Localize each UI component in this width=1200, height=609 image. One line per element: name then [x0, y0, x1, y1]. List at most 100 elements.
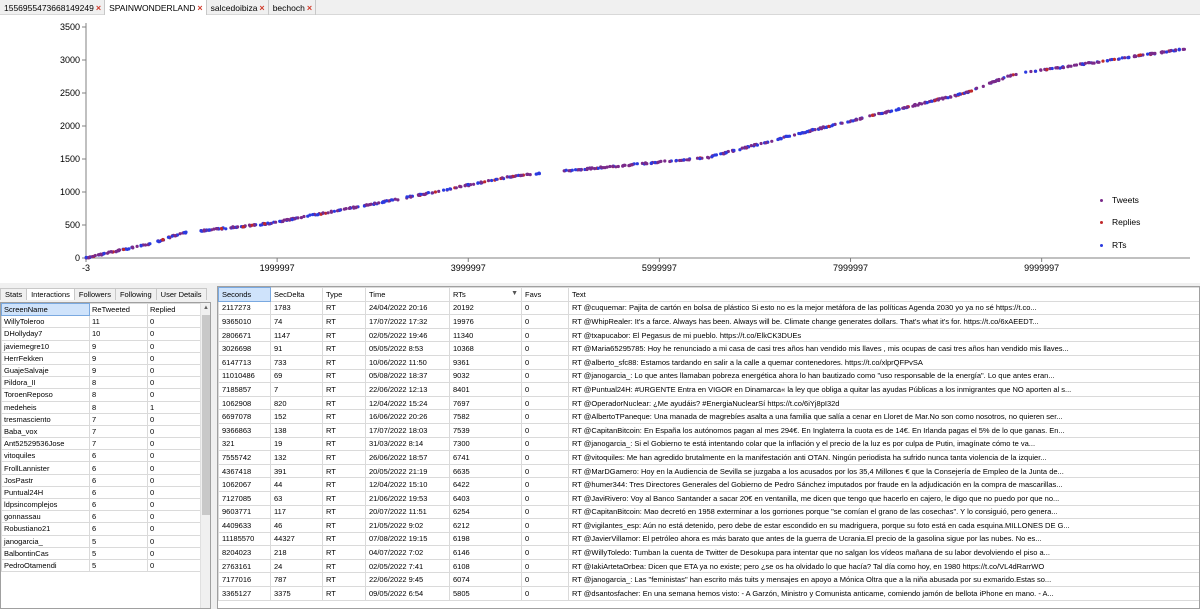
rts-cell[interactable]: 6074 [449, 572, 522, 588]
favs-cell[interactable]: 0 [521, 409, 569, 424]
text-cell[interactable]: RT @vitoquiles: Me han agredido brutalme… [568, 450, 1199, 465]
table-row[interactable]: tresmasciento 7 0 [1, 412, 201, 426]
table-row[interactable]: 3365127 3375 RT 09/05/2022 6:54 5805 0 RT @dsa… [218, 586, 1199, 601]
favs-cell[interactable]: 0 [521, 477, 569, 492]
retweeted-cell[interactable]: 8 [89, 388, 148, 402]
text-cell[interactable]: RT @JaviRivero: Voy al Banco Santander a… [568, 490, 1199, 506]
seconds-cell[interactable]: 7555742 [218, 450, 271, 465]
type-cell[interactable]: RT [322, 558, 366, 574]
rts-cell[interactable]: 6108 [449, 558, 522, 574]
tab-followers[interactable]: Followers [73, 288, 116, 300]
replied-cell[interactable]: 0 [147, 388, 201, 402]
type-cell[interactable]: RT [322, 586, 366, 601]
retweeted-cell[interactable]: 8 [89, 400, 148, 414]
retweeted-cell[interactable]: 10 [89, 327, 148, 341]
seconds-cell[interactable]: 7177016 [218, 572, 271, 588]
secdelta-cell[interactable]: 138 [270, 422, 323, 438]
seconds-cell[interactable]: 11185570 [218, 531, 271, 547]
retweeted-cell[interactable]: 5 [89, 534, 148, 548]
secdelta-cell[interactable]: 733 [270, 354, 323, 370]
text-cell[interactable]: RT @Maria65295785: Hoy he renunciado a m… [568, 341, 1199, 356]
replied-cell[interactable]: 0 [147, 510, 201, 524]
time-cell[interactable]: 05/05/2022 8:53 [365, 341, 450, 356]
type-cell[interactable]: RT [322, 382, 366, 397]
time-cell[interactable]: 05/08/2022 18:37 [365, 368, 450, 384]
close-icon[interactable]: × [307, 3, 312, 13]
favs-cell[interactable]: 0 [521, 572, 569, 588]
favs-cell[interactable]: 0 [521, 490, 569, 506]
seconds-cell[interactable]: 9366863 [218, 422, 271, 438]
screenname-cell[interactable]: medeheis [1, 400, 90, 414]
column-header-rts[interactable]: RTs ▼ [449, 287, 522, 302]
rts-cell[interactable]: 5805 [449, 586, 522, 601]
text-cell[interactable]: RT @CapitanBitcoin: Mao decretó en 1958 … [568, 504, 1199, 520]
replied-cell[interactable]: 0 [147, 351, 201, 365]
table-row[interactable]: Pildora_II 8 0 [1, 376, 201, 390]
table-row[interactable]: Ant52529536Jose 7 0 [1, 437, 201, 451]
replied-cell[interactable]: 0 [147, 497, 201, 512]
retweeted-cell[interactable]: 9 [89, 339, 148, 353]
time-cell[interactable]: 31/03/2022 8:14 [365, 436, 450, 452]
replied-cell[interactable]: 0 [147, 412, 201, 426]
secdelta-cell[interactable]: 218 [270, 545, 323, 560]
table-row[interactable]: 6147713 733 RT 10/06/2022 11:50 9361 0 RT @alb… [218, 354, 1199, 370]
seconds-cell[interactable]: 6147713 [218, 354, 271, 370]
table-row[interactable]: WillyToleroo 11 0 [1, 315, 201, 329]
rts-cell[interactable]: 7300 [449, 436, 522, 452]
close-icon[interactable]: × [259, 3, 264, 13]
retweeted-cell[interactable]: 6 [89, 461, 148, 475]
rts-cell[interactable]: 6146 [449, 545, 522, 560]
table-row[interactable]: JosPastr 6 0 [1, 473, 201, 487]
screenname-cell[interactable]: JosPastr [1, 473, 90, 487]
text-cell[interactable]: RT @WillyToledo: Tumban la cuenta de Twi… [568, 545, 1199, 560]
vertical-scrollbar[interactable]: ▲ [200, 303, 210, 608]
table-row[interactable]: 1062908 820 RT 12/04/2022 15:24 7697 0 RT @Ope… [218, 395, 1199, 411]
table-row[interactable]: 4409633 46 RT 21/05/2022 9:02 6212 0 RT @vigil… [218, 518, 1199, 533]
retweeted-cell[interactable]: 6 [89, 522, 148, 536]
table-row[interactable]: HerrFekken 9 0 [1, 351, 201, 365]
tab-2[interactable]: salcedoibiza × [207, 0, 269, 15]
favs-cell[interactable]: 0 [521, 450, 569, 465]
time-cell[interactable]: 20/05/2022 21:19 [365, 463, 450, 479]
replied-cell[interactable]: 0 [147, 461, 201, 475]
table-row[interactable]: 8204023 218 RT 04/07/2022 7:02 6146 0 RT @Will… [218, 545, 1199, 560]
scroll-thumb[interactable] [202, 315, 210, 515]
secdelta-cell[interactable]: 44327 [270, 531, 323, 547]
favs-cell[interactable]: 0 [521, 586, 569, 601]
replied-cell[interactable]: 0 [147, 315, 201, 329]
retweeted-cell[interactable]: 9 [89, 351, 148, 365]
secdelta-cell[interactable]: 787 [270, 572, 323, 588]
replied-cell[interactable]: 1 [147, 400, 201, 414]
table-row[interactable]: 9365010 74 RT 17/07/2022 17:32 19976 0 RT @Whi… [218, 314, 1199, 329]
screenname-cell[interactable]: ToroenReposo [1, 388, 90, 402]
rts-cell[interactable]: 6212 [449, 518, 522, 533]
retweeted-cell[interactable]: 7 [89, 412, 148, 426]
secdelta-cell[interactable]: 152 [270, 409, 323, 424]
screenname-cell[interactable]: PedroOtamendi [1, 558, 90, 573]
replied-cell[interactable]: 0 [147, 449, 201, 463]
text-cell[interactable]: RT @cuquemar: Pajita de cartón en bolsa … [568, 300, 1199, 316]
text-cell[interactable]: RT @janogarcia_: Lo que antes llamaban p… [568, 368, 1199, 384]
screenname-cell[interactable]: Pildora_II [1, 376, 90, 390]
table-row[interactable]: Puntual24H 6 0 [1, 485, 201, 500]
favs-cell[interactable]: 0 [521, 463, 569, 479]
rts-cell[interactable]: 8401 [449, 382, 522, 397]
text-cell[interactable]: RT @alberto_sfc88: Estamos tardando en s… [568, 354, 1199, 370]
screenname-cell[interactable]: Baba_vox [1, 424, 90, 439]
seconds-cell[interactable]: 321 [218, 436, 271, 452]
secdelta-cell[interactable]: 117 [270, 504, 323, 520]
text-cell[interactable]: RT @janogarcia_: Las "feministas" han es… [568, 572, 1199, 588]
retweeted-cell[interactable]: 9 [89, 363, 148, 378]
time-cell[interactable]: 02/05/2022 7:41 [365, 558, 450, 574]
text-cell[interactable]: RT @humer344: Tres Directores Generales … [568, 477, 1199, 492]
rts-cell[interactable]: 6403 [449, 490, 522, 506]
rts-cell[interactable]: 11340 [449, 327, 522, 343]
text-cell[interactable]: RT @WhipRealer: It's a farce. Always has… [568, 314, 1199, 329]
table-row[interactable]: 1062067 44 RT 12/04/2022 15:10 6422 0 RT @hume… [218, 477, 1199, 492]
favs-cell[interactable]: 0 [521, 395, 569, 411]
table-row[interactable]: 4367418 391 RT 20/05/2022 21:19 6635 0 RT @Mar… [218, 463, 1199, 479]
time-cell[interactable]: 26/06/2022 18:57 [365, 450, 450, 465]
retweeted-cell[interactable]: 5 [89, 558, 148, 573]
type-cell[interactable]: RT [322, 341, 366, 356]
column-header-type[interactable]: Type [322, 287, 366, 302]
